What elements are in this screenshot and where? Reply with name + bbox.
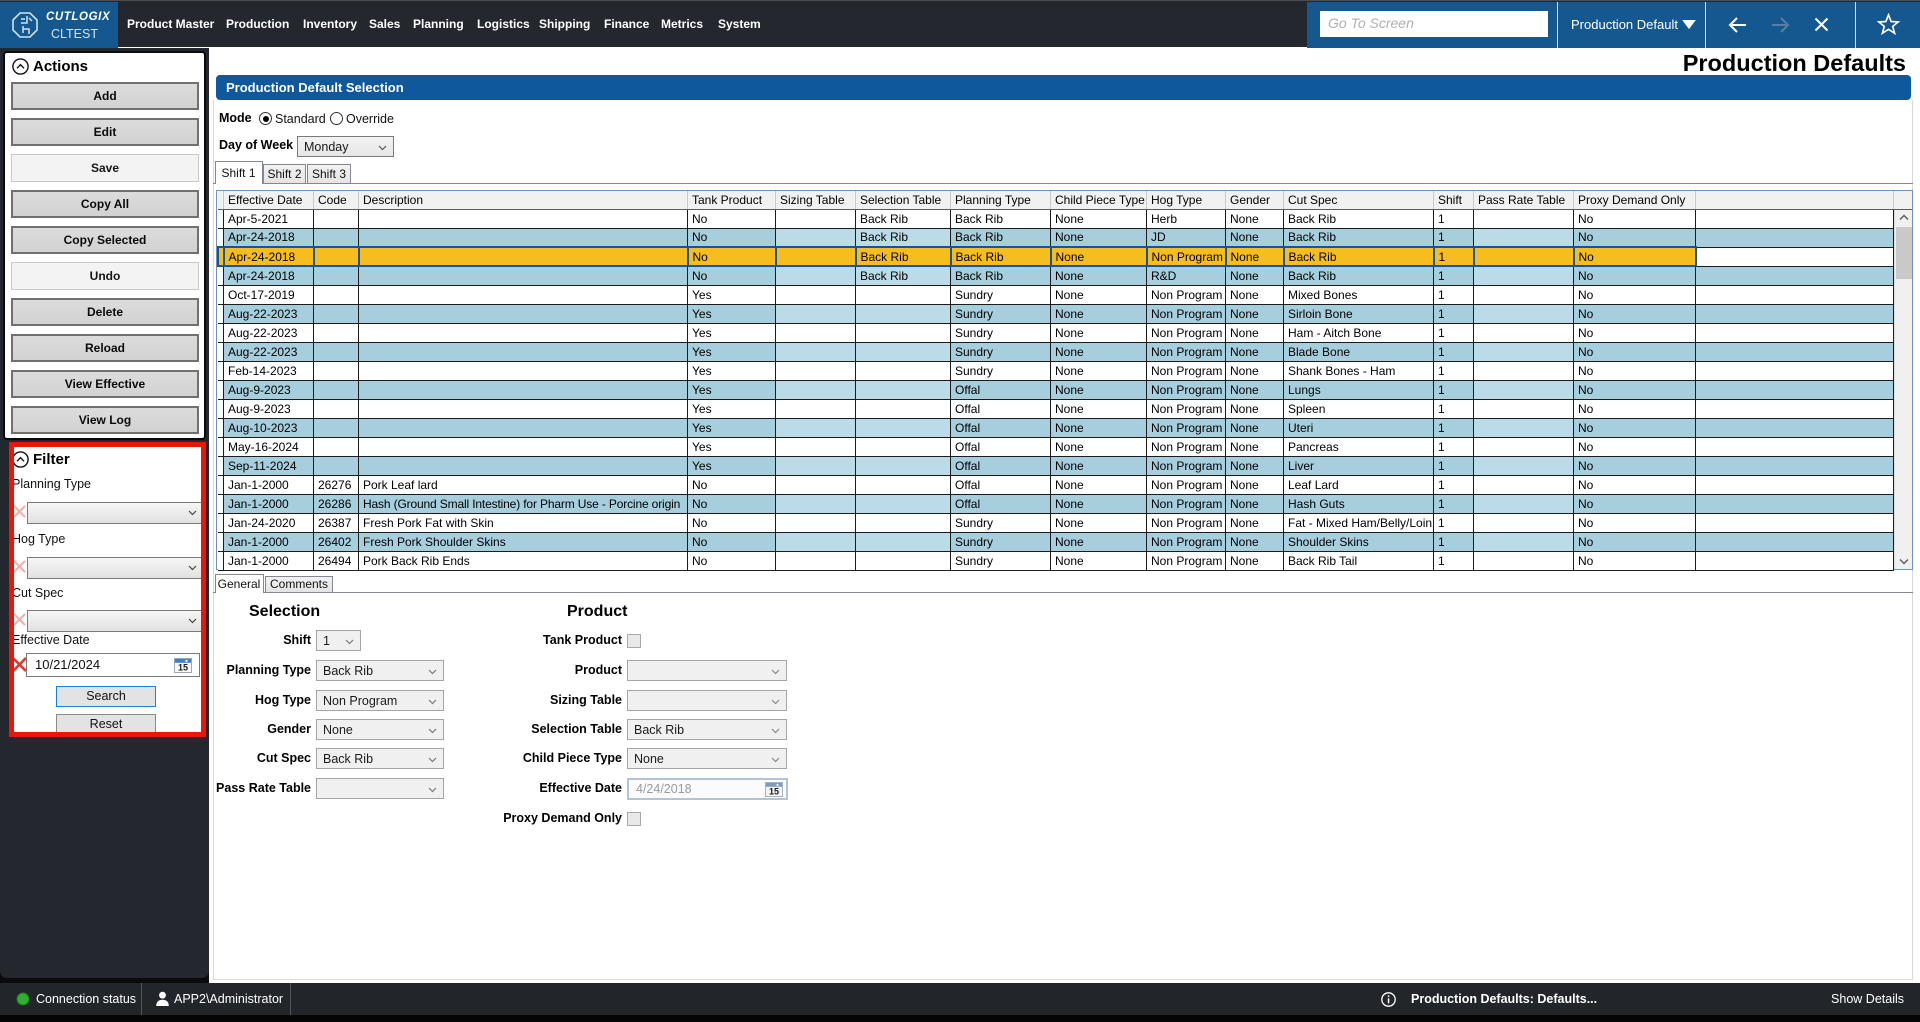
- svg-text:15: 15: [769, 787, 779, 797]
- svg-text:15: 15: [178, 663, 188, 673]
